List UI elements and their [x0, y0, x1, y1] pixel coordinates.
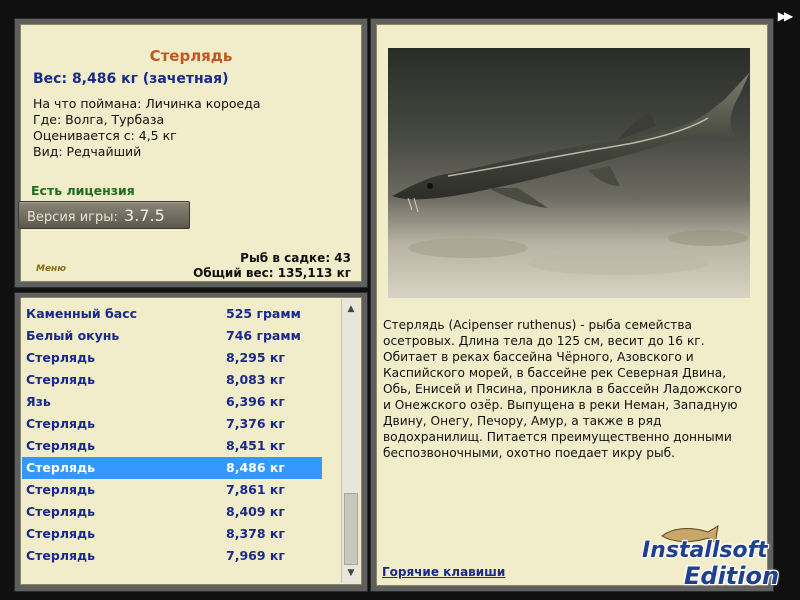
list-item-weight: 8,451 кг [226, 438, 285, 453]
watermark-line-2: Edition [684, 562, 780, 590]
fish-name: Стерлядь [149, 47, 233, 65]
list-item-name: Стерлядь [26, 438, 96, 453]
list-item[interactable]: Белый окунь 746 грамм [22, 325, 322, 347]
version-label: Версия игры: [27, 210, 118, 225]
list-item-weight: 746 грамм [226, 328, 301, 343]
list-scrollbar[interactable]: ▲ ▼ [341, 299, 360, 583]
catch-list[interactable]: Каменный басс 525 грамм Белый окунь 746 гра… [20, 297, 362, 585]
list-item-weight: 525 грамм [226, 306, 301, 321]
bait-text: На что поймана: Личинка короеда [33, 96, 261, 111]
list-item[interactable]: Стерлядь 8,083 кг [22, 369, 322, 391]
sterlet-fish-image [392, 72, 750, 275]
location-text: Где: Волга, Турбаза [33, 112, 165, 127]
scroll-thumb[interactable] [344, 493, 358, 565]
total-weight: Общий вес: 135,113 кг [193, 266, 351, 280]
fish-description-panel: Стерлядь (Acipenser ruthenus) - рыба сем… [376, 24, 768, 586]
game-version-badge: Версия игры: 3.7.5 [18, 201, 190, 229]
list-item-name: Стерлядь [26, 504, 96, 519]
scroll-down-icon: ▼ [347, 568, 355, 578]
sterlet-photo [388, 48, 750, 298]
catch-info-panel: Стерлядь Вес: 8,486 кг (зачетная) На что… [20, 24, 362, 282]
list-item[interactable]: Стерлядь 8,486 кг [22, 457, 322, 479]
list-item[interactable]: Стерлядь 8,295 кг [22, 347, 322, 369]
menu-button[interactable]: Меню [36, 264, 66, 274]
list-item-name: Стерлядь [26, 460, 96, 475]
list-item-name: Язь [26, 394, 51, 409]
list-item-name: Каменный басс [26, 306, 138, 321]
list-item-weight: 8,486 кг [226, 460, 285, 475]
watermark-line-1: Installsoft [642, 538, 768, 563]
list-item-weight: 7,376 кг [226, 416, 285, 431]
list-item[interactable]: Стерлядь 7,969 кг [22, 545, 322, 567]
list-item-weight: 8,295 кг [226, 350, 285, 365]
list-item-weight: 8,409 кг [226, 504, 285, 519]
list-item-weight: 7,969 кг [226, 548, 285, 563]
fast-forward-button[interactable]: ▶▶ [772, 8, 796, 24]
fast-forward-icon: ▶▶ [777, 9, 794, 23]
version-number: 3.7.5 [124, 206, 165, 225]
fish-weight: Вес: 8,486 кг (зачетная) [33, 71, 229, 87]
rarity-text: Вид: Редчайший [33, 144, 142, 159]
list-item[interactable]: Стерлядь 7,376 кг [22, 413, 322, 435]
list-item-name: Стерлядь [26, 526, 96, 541]
menu-label: Меню [36, 264, 67, 274]
list-item[interactable]: Каменный басс 525 грамм [22, 303, 322, 325]
list-item-name: Стерлядь [26, 482, 96, 497]
list-item-name: Стерлядь [26, 548, 96, 563]
fish-description: Стерлядь (Acipenser ruthenus) - рыба сем… [383, 318, 742, 460]
list-item-name: Стерлядь [26, 416, 96, 431]
list-item-name: Белый окунь [26, 328, 120, 343]
scroll-up-button[interactable]: ▲ [342, 301, 360, 317]
installsoft-watermark: Installsoft Edition [640, 525, 796, 596]
list-item-name: Стерлядь [26, 350, 96, 365]
valued-from-text: Оценивается с: 4,5 кг [33, 128, 177, 143]
list-item-weight: 8,083 кг [226, 372, 285, 387]
list-item-weight: 8,378 кг [226, 526, 285, 541]
scroll-up-icon: ▲ [347, 304, 355, 314]
list-item[interactable]: Стерлядь 8,378 кг [22, 523, 322, 545]
list-item[interactable]: Стерлядь 7,861 кг [22, 479, 322, 501]
list-item-name: Стерлядь [26, 372, 96, 387]
fish-in-net-count: Рыб в садке: 43 [240, 251, 351, 265]
list-item[interactable]: Язь 6,396 кг [22, 391, 322, 413]
list-item-weight: 6,396 кг [226, 394, 285, 409]
license-status: Есть лицензия [31, 183, 135, 198]
scroll-down-button[interactable]: ▼ [342, 565, 360, 581]
list-item[interactable]: Стерлядь 8,409 кг [22, 501, 322, 523]
hotkeys-link[interactable]: Горячие клавиши [382, 565, 505, 579]
list-item-weight: 7,861 кг [226, 482, 285, 497]
list-item[interactable]: Стерлядь 8,451 кг [22, 435, 322, 457]
